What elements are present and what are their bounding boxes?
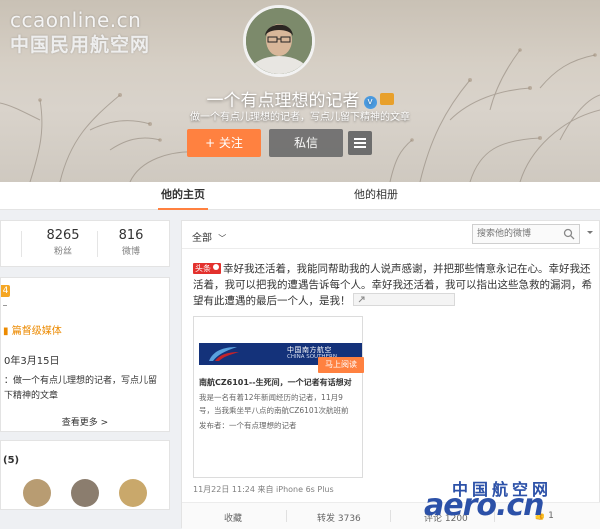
chevron-down-icon[interactable] (585, 228, 595, 238)
following-avatar[interactable] (71, 479, 99, 507)
link-icon (358, 296, 364, 303)
aero-watermark: 中国航空网 aero.cn (418, 470, 600, 528)
article-card[interactable]: 中国南方航空 CHINA SOUTHERN 南航CZ6101--生死间，一个记者… (193, 316, 363, 478)
member-icon (379, 93, 394, 105)
menu-icon (354, 146, 366, 148)
level-badge: 4 (1, 285, 10, 297)
followers-count: 8265 (46, 228, 80, 243)
action-divider (286, 510, 287, 522)
more-menu-button[interactable] (348, 131, 372, 155)
menu-icon (354, 138, 366, 140)
filter-label: 全部 (192, 233, 212, 244)
action-divider (390, 510, 391, 522)
post-link-card[interactable] (352, 293, 455, 306)
weibo-count: 816 (118, 228, 144, 243)
left-sidebar: 8265 粉丝 816 微博 4 ▮ 篇督级媒体 0年3月15日 ：做一个有点儿… (0, 220, 170, 510)
message-button[interactable]: 私信 (269, 129, 343, 157)
media-tag-icon: ▮ (3, 326, 9, 337)
stat-divider (97, 231, 98, 257)
article-title[interactable]: 南航CZ6101--生死间，一个记者有话想对 (199, 377, 357, 388)
feed-search-box[interactable] (472, 224, 580, 244)
followers-label: 粉丝 (53, 247, 72, 257)
profile-avatar[interactable] (243, 5, 315, 77)
menu-icon (354, 142, 366, 144)
read-now-button[interactable]: 马上阅读 (318, 357, 364, 373)
headline-badge-icon (213, 264, 219, 270)
info-tag-line: ▮ 篇督级媒体 (3, 322, 62, 337)
avatar-photo (246, 8, 312, 74)
feed-filter-bar: 全部 ﹀ (182, 221, 600, 249)
feed-search-input[interactable] (477, 227, 565, 241)
follow-button[interactable]: + 关注 (187, 129, 261, 157)
following-title[interactable]: (5) (3, 455, 19, 466)
repost-button[interactable]: 转发 3736 (317, 511, 361, 524)
weibo-label: 微博 (121, 247, 140, 257)
search-icon[interactable] (563, 228, 575, 240)
stat-weibo[interactable]: 816 微博 (113, 228, 149, 257)
info-date: 0年3月15日 (4, 356, 60, 367)
info-intro: ：做一个有点儿理想的记者，写点儿留下精神的文章 (4, 376, 158, 401)
tab-album[interactable]: 他的相册 (350, 182, 402, 210)
site-watermark: ccaonline.cn 中国民用航空网 (10, 8, 150, 57)
headline-badge: 头条 (193, 263, 221, 274)
info-divider-mark (3, 305, 7, 306)
profile-cover: ccaonline.cn 中国民用航空网 一个有点理想的记者 v 做一个有点儿理想… (0, 0, 600, 182)
following-card: (5) (0, 440, 170, 510)
filter-dropdown[interactable]: 全部 ﹀ (192, 229, 226, 244)
post-meta: 11月22日 11:24 来自 iPhone 6s Plus (193, 485, 334, 494)
profile-bio: 做一个有点儿理想的记者，写点儿留下精神的文章 (190, 112, 410, 123)
profile-tabbar: 他的主页 他的相册 (0, 182, 600, 210)
post-body: 头条 幸好我还活着，我能同帮助我的人说声感谢，并把那些情意永记在心。幸好我还活着，… (193, 261, 593, 309)
article-description: 我是一名有着12年新闻经历的记者，11月9号，当我乘坐早八点的南航CZ6101次… (199, 393, 349, 415)
tab-home[interactable]: 他的主页 (158, 182, 208, 210)
following-avatar[interactable] (23, 479, 51, 507)
stat-divider (21, 231, 22, 257)
headline-badge-text: 头条 (195, 264, 211, 273)
aero-logo-en: aero.cn (424, 488, 545, 523)
site-name: 中国民用航空网 (10, 34, 151, 56)
china-southern-logo (209, 347, 239, 361)
chevron-down-icon: ﹀ (218, 234, 227, 243)
profile-info-card: 4 ▮ 篇督级媒体 0年3月15日 ：做一个有点儿理想的记者，写点儿留下精神的文… (0, 277, 170, 432)
see-more-link[interactable]: 查看更多 > (1, 415, 169, 428)
site-url: ccaonline.cn (10, 8, 142, 32)
following-avatar[interactable] (119, 479, 147, 507)
stats-card: 8265 粉丝 816 微博 (0, 220, 170, 267)
media-tag[interactable]: 篇督级媒体 (12, 326, 62, 337)
stat-followers[interactable]: 8265 粉丝 (43, 228, 83, 257)
article-author: 发布者：一个有点理想的记者 (199, 421, 297, 430)
favorite-button[interactable]: 收藏 (224, 511, 242, 524)
